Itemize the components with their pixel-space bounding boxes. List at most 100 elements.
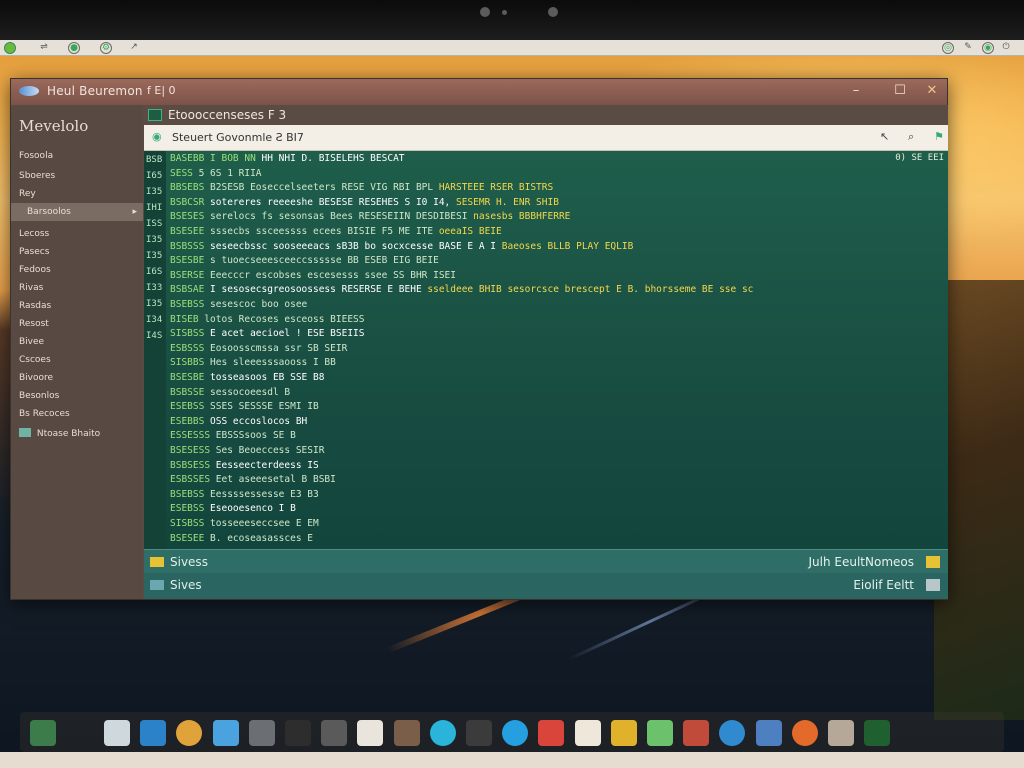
bookmark-icon[interactable]: ⚑ bbox=[934, 130, 944, 143]
sidebar-item-project[interactable]: Ntoase Bhaito bbox=[19, 425, 137, 443]
link-icon[interactable]: ↗ bbox=[128, 42, 140, 54]
search-icon[interactable]: ⌕ bbox=[908, 130, 914, 144]
sidebar-item[interactable]: Bivee bbox=[19, 333, 137, 351]
document-icon[interactable] bbox=[321, 720, 348, 746]
maximize-button[interactable]: ☐ bbox=[891, 83, 909, 99]
dock bbox=[20, 712, 1004, 752]
sidebar-item[interactable]: Bivoore bbox=[19, 369, 137, 387]
line-number: I4S bbox=[146, 331, 163, 341]
music-icon[interactable] bbox=[466, 720, 492, 746]
close-button[interactable]: ✕ bbox=[923, 83, 941, 99]
power-icon[interactable]: ⏻ bbox=[1000, 42, 1012, 54]
code-token-body: B. ecoseasassces E bbox=[210, 532, 313, 544]
camera-icon bbox=[480, 7, 490, 17]
code-line: BISEB lotos Recoses esceoss BIEESS bbox=[170, 314, 364, 325]
back-icon[interactable]: ↖ bbox=[880, 130, 889, 143]
location-icon: ◉ bbox=[152, 130, 162, 143]
leaf-icon[interactable]: ● bbox=[68, 42, 80, 54]
sidebar-item[interactable]: Cscoes bbox=[19, 351, 137, 369]
code-token-value: sseldeee BHIB sesorcsce brescept E B. bh… bbox=[421, 284, 754, 296]
code-token-value: oeeaIS BEIE bbox=[433, 226, 502, 237]
network-icon[interactable] bbox=[719, 720, 746, 746]
sidebar-item[interactable]: Bs Recoces bbox=[19, 405, 137, 423]
media-icon[interactable] bbox=[755, 720, 782, 746]
panel-icon[interactable] bbox=[926, 579, 940, 591]
code-token-body: I sesosecsgreosoossess RESERSE E BEHE bbox=[210, 284, 422, 296]
package-icon[interactable] bbox=[212, 720, 239, 746]
browser-icon[interactable] bbox=[248, 720, 275, 746]
code-line: SISBBS Hes sleeesssaooss I BB bbox=[170, 357, 336, 368]
minimize-button[interactable]: – bbox=[847, 83, 865, 99]
sidebar-item[interactable]: Besonlos bbox=[19, 387, 137, 405]
volume-icon[interactable]: ◉ bbox=[982, 42, 994, 54]
code-token-body: SSES SESSSE ESMI IB bbox=[210, 401, 319, 413]
editor-menu-icon[interactable] bbox=[148, 109, 162, 121]
chat-icon[interactable] bbox=[429, 720, 456, 746]
line-number: BSB bbox=[146, 155, 163, 165]
firefox-icon[interactable] bbox=[791, 720, 818, 746]
terminal-icon[interactable] bbox=[30, 720, 56, 746]
globe-icon[interactable] bbox=[502, 720, 529, 746]
notes-icon[interactable] bbox=[538, 720, 565, 746]
code-token-body: HH NHI D. BISELEHS BESCAT bbox=[261, 153, 405, 164]
sidebar-item[interactable]: Lecoss bbox=[19, 225, 137, 243]
chevron-right-icon: ▸ bbox=[132, 207, 137, 217]
monitor-icon[interactable] bbox=[285, 720, 311, 746]
sidebar: Mevelolo Fosoola Sboeres Rey Barsoolos ▸… bbox=[11, 105, 143, 599]
line-number: ISS bbox=[146, 219, 163, 229]
code-token-key: SISBSS bbox=[170, 328, 211, 340]
code-token-key: SESS bbox=[170, 167, 199, 179]
file-manager-icon[interactable] bbox=[104, 720, 130, 746]
sidebar-item[interactable]: Rasdas bbox=[19, 297, 137, 315]
line-number: I35 bbox=[146, 299, 163, 309]
path-bar[interactable]: ◉ Steuert Govonmle Ƨ BI7 ↖ ⌕ ⚑ bbox=[144, 125, 948, 151]
code-line: SISBSS E acet aecioel ! ESE BSEIIS bbox=[170, 328, 364, 339]
terminal-output[interactable]: BSB I65 I35 IHI ISS I35 I35 I6S I33 I35 I34 I4S 0) … bbox=[144, 151, 948, 549]
code-token-value: HARSTEEE RSER BISTRS bbox=[433, 182, 554, 194]
network-icon[interactable]: ◎ bbox=[942, 42, 954, 54]
code-token-key: ESEBSS bbox=[170, 401, 211, 413]
apps-menu-icon[interactable] bbox=[4, 42, 16, 54]
sidebar-item[interactable]: Fosoola bbox=[19, 147, 137, 165]
paint-icon[interactable] bbox=[647, 720, 673, 746]
pen-icon[interactable] bbox=[357, 720, 384, 746]
photo-icon[interactable] bbox=[393, 720, 420, 746]
line-number: I35 bbox=[146, 187, 163, 197]
sidebar-item-active[interactable]: Barsoolos ▸ bbox=[11, 203, 143, 221]
terminal-status-info: 0) SE EEI bbox=[895, 153, 944, 163]
sidebar-item[interactable]: Fedoos bbox=[19, 261, 137, 279]
terminal-green-icon[interactable] bbox=[864, 720, 891, 746]
sidebar-item[interactable]: Pasecs bbox=[19, 243, 137, 261]
calendar-icon[interactable] bbox=[574, 720, 601, 746]
line-number: I35 bbox=[146, 251, 163, 261]
chart-icon[interactable] bbox=[610, 720, 637, 746]
code-token-body: Eosoosscmssa ssr SB SEIR bbox=[210, 342, 348, 354]
code-line: ESEBSS SSES SESSSE ESMI IB bbox=[170, 401, 319, 412]
sidebar-item[interactable]: Rivas bbox=[19, 279, 137, 297]
code-token-body: seseecbssc sooseeeacs sB3B bo socxcesse … bbox=[210, 240, 497, 252]
toggle-icon[interactable]: ⇌ bbox=[38, 42, 50, 54]
sidebar-item[interactable]: Rey bbox=[19, 185, 137, 203]
status-left-label-2: Sives bbox=[170, 578, 202, 592]
mail-icon[interactable] bbox=[683, 720, 710, 746]
code-token-body: lotos Recoses esceoss BIEESS bbox=[204, 313, 365, 325]
code-token-body: Eeecccr escobses escesesss ssee SS BHR I… bbox=[210, 269, 456, 281]
code-line: BSBSSS seseecbssc sooseeeacs sB3B bo soc… bbox=[170, 241, 633, 252]
notification-icon[interactable] bbox=[926, 556, 940, 568]
gear-icon[interactable]: ⚙ bbox=[100, 42, 112, 54]
window-titlebar[interactable]: Heul Beuremon f E| 0 – ☐ ✕ bbox=[11, 79, 947, 105]
archive-icon[interactable] bbox=[828, 720, 854, 746]
sidebar-item[interactable]: Sboeres bbox=[19, 167, 137, 185]
pen-icon[interactable]: ✎ bbox=[962, 42, 974, 54]
code-line: BSEBSS Eessssessesse E3 B3 bbox=[170, 489, 319, 500]
shield-icon[interactable] bbox=[176, 720, 203, 746]
settings-icon[interactable] bbox=[140, 720, 167, 746]
sidebar-heading: Mevelolo bbox=[19, 117, 89, 135]
code-token-key: BSESEE bbox=[170, 532, 211, 544]
monitor-bottom-bezel bbox=[0, 752, 1024, 768]
window-title-extra: f E| 0 bbox=[147, 84, 176, 97]
sidebar-item[interactable]: Resost bbox=[19, 315, 137, 333]
code-token-key: BSESEE bbox=[170, 226, 211, 237]
code-token-body: Eet aseeesetal B BSBI bbox=[215, 474, 336, 486]
code-token-key: BSBSSE bbox=[170, 386, 211, 398]
